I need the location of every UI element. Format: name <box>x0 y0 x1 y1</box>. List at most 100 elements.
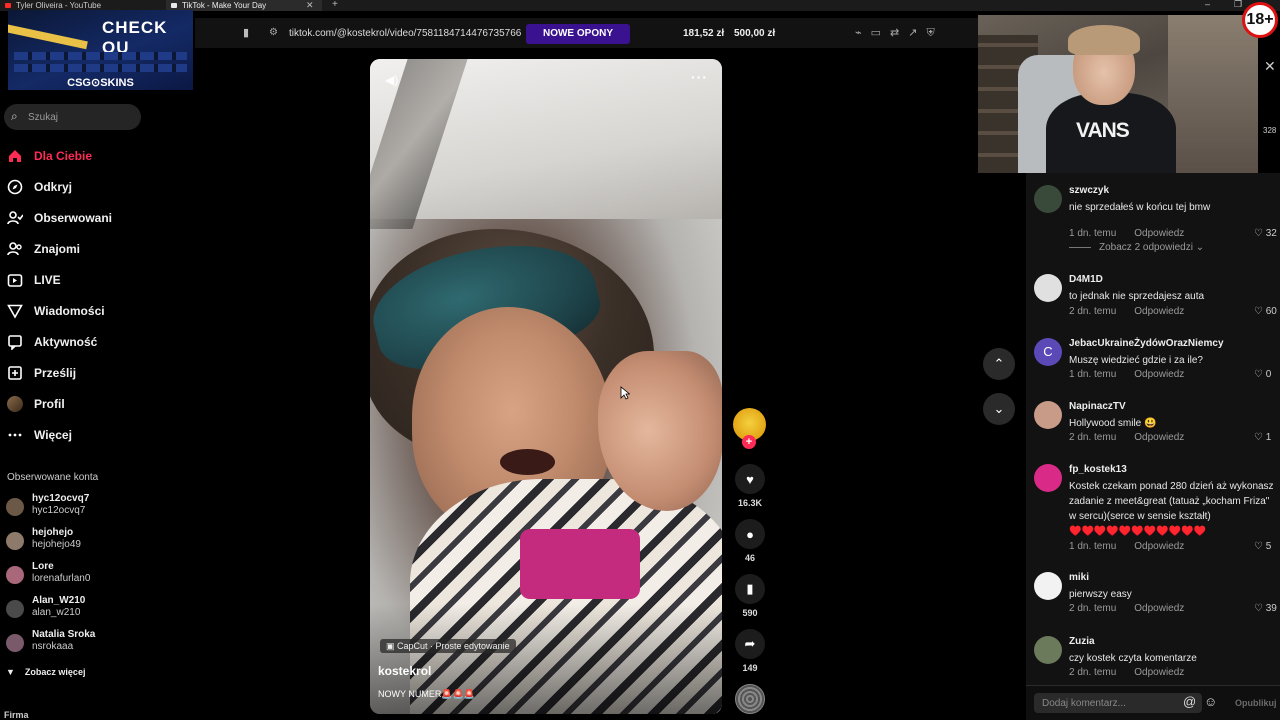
comment-user[interactable]: szwczyk <box>1069 185 1109 196</box>
reply-button[interactable]: Odpowiedz <box>1134 541 1184 552</box>
comment-like[interactable]: ♡ 1 <box>1254 432 1271 443</box>
site-info-icon[interactable]: ⚙ <box>269 27 278 38</box>
following-account[interactable]: hyc12ocvq7 hyc12ocvq7 <box>6 493 156 525</box>
age-badge: 18+ <box>1242 2 1278 38</box>
reply-button[interactable]: Odpowiedz <box>1134 369 1184 380</box>
nav-przeslij[interactable]: Prześlij <box>0 357 190 388</box>
see-more-button[interactable]: ▼ Zobacz więcej <box>6 664 95 678</box>
account-name: Alan_W210 <box>32 595 86 606</box>
account-handle: lorenafurlan0 <box>32 573 91 584</box>
comment-like[interactable]: ♡ 5 <box>1254 541 1271 552</box>
comment-like[interactable]: ♡ 60 <box>1254 306 1277 317</box>
promo-button[interactable]: NOWE OPONY <box>526 24 630 44</box>
comment-text: to jednak nie sprzedajesz auta <box>1069 291 1205 302</box>
comment-user[interactable]: fp_kostek13 <box>1069 464 1127 475</box>
reply-button[interactable]: Odpowiedz <box>1134 432 1184 443</box>
comment-user[interactable]: NapinaczTV <box>1069 401 1126 412</box>
tab-title: TikTok - Make Your Day <box>182 1 267 10</box>
avatar[interactable] <box>1034 185 1062 213</box>
more-options-icon[interactable]: ··· <box>691 69 708 85</box>
nav-label: Znajomi <box>34 241 81 256</box>
extension-icons[interactable]: ⌁▭⇄↗⛨ <box>855 26 944 40</box>
emoji-icon[interactable]: ☺ <box>1204 694 1217 709</box>
comment-composer: @ ☺ Opublikuj <box>1026 685 1280 720</box>
comment-button[interactable]: ● 46 <box>732 519 768 563</box>
comment-like[interactable]: ♡ 32 <box>1254 228 1277 239</box>
search-input[interactable] <box>28 109 133 125</box>
comment-user[interactable]: D4M1D <box>1069 274 1103 285</box>
music-disc-icon[interactable] <box>735 684 765 714</box>
volume-icon[interactable]: ◀) <box>385 73 398 87</box>
nav-label: Obserwowani <box>34 210 113 225</box>
webcam-overlay: VANS <box>978 15 1258 173</box>
nav-aktywnosc[interactable]: Aktywność <box>0 326 190 357</box>
chevron-down-icon: ▼ <box>6 667 15 677</box>
comment-like[interactable]: ♡ 0 <box>1254 369 1271 380</box>
save-button[interactable]: ▮ 590 <box>732 574 768 618</box>
comment-user[interactable]: miki <box>1069 572 1089 583</box>
previous-video-button[interactable]: ⌃ <box>983 348 1015 380</box>
following-account[interactable]: Natalia Sroka nsrokaaa <box>6 629 156 661</box>
new-tab-icon[interactable]: + <box>332 0 338 10</box>
avatar[interactable] <box>1034 636 1062 664</box>
nav-obserwowani[interactable]: Obserwowani <box>0 202 190 233</box>
screen: Tyler Oliveira - YouTube TikTok - Make Y… <box>0 0 1280 720</box>
sidebar-nav: Dla Ciebie Odkryj Obserwowani Znajomi LI… <box>0 140 190 450</box>
reply-button[interactable]: Odpowiedz <box>1134 667 1184 678</box>
nav-live[interactable]: LIVE <box>0 264 190 295</box>
url-field[interactable]: tiktok.com/@kostekrol/video/758118471447… <box>289 28 521 39</box>
sponsor-banner[interactable]: CHECK OU CSG⊙SKINS <box>8 10 193 90</box>
like-count: 1 <box>1265 432 1272 443</box>
chevron-up-icon: ⌃ <box>993 356 1005 371</box>
price-2: 500,00 zł <box>734 28 776 39</box>
video-player[interactable]: ◀) ··· ▣ CapCut · Proste edytowanie kost… <box>370 59 722 714</box>
tiktok-icon <box>171 3 177 8</box>
restore-icon[interactable]: ❐ <box>1234 0 1242 10</box>
comment-user[interactable]: JebacUkraineŻydówOrazNiemcy <box>1069 338 1224 349</box>
nav-profil[interactable]: Profil <box>0 388 190 419</box>
follow-plus-button[interactable]: + <box>742 435 756 449</box>
nav-wiadomosci[interactable]: Wiadomości <box>0 295 190 326</box>
avatar[interactable] <box>1034 464 1062 492</box>
share-button[interactable]: ➦ 149 <box>732 629 768 673</box>
avatar[interactable] <box>1034 572 1062 600</box>
nav-wiecej[interactable]: Więcej <box>0 419 190 450</box>
comment-like[interactable]: ♡ 39 <box>1254 603 1277 614</box>
like-count: 60 <box>1265 306 1277 317</box>
close-icon[interactable]: ✕ <box>1264 58 1276 75</box>
see-replies-button[interactable]: Zobacz 2 odpowiedzi ⌄ <box>1069 242 1204 253</box>
comment-user[interactable]: Zuzia <box>1069 636 1095 647</box>
banner-skins-row <box>14 52 187 60</box>
comment-input[interactable] <box>1034 693 1202 713</box>
comment-meta: 2 dn. temu Odpowiedz <box>1069 306 1202 317</box>
following-account[interactable]: hejohejo hejohejo49 <box>6 527 156 559</box>
nav-znajomi[interactable]: Znajomi <box>0 233 190 264</box>
reply-button[interactable]: Odpowiedz <box>1134 603 1184 614</box>
account-name: Lore <box>32 561 54 572</box>
close-tab-icon[interactable]: ✕ <box>306 0 314 11</box>
minimize-icon[interactable]: – <box>1205 0 1210 9</box>
capcut-label[interactable]: ▣ CapCut · Proste edytowanie <box>380 639 516 653</box>
footer-firma[interactable]: Firma <box>4 710 29 720</box>
avatar[interactable]: C <box>1034 338 1062 366</box>
post-button[interactable]: Opublikuj <box>1235 698 1277 708</box>
reply-button[interactable]: Odpowiedz <box>1134 228 1184 239</box>
next-video-button[interactable]: ⌄ <box>983 393 1015 425</box>
nav-odkryj[interactable]: Odkryj <box>0 171 190 202</box>
video-author[interactable]: kostekrol <box>378 664 431 678</box>
avatar[interactable] <box>1034 274 1062 302</box>
search-icon: ⌕ <box>11 109 18 123</box>
comment-meta: 1 dn. temu Odpowiedz <box>1069 228 1202 239</box>
following-account[interactable]: Alan_W210 alan_w210 <box>6 595 156 627</box>
bookmark-icon[interactable]: ▮ <box>243 26 249 39</box>
like-count: 16.3K <box>737 498 763 508</box>
youtube-icon <box>5 3 11 8</box>
reply-button[interactable]: Odpowiedz <box>1134 306 1184 317</box>
following-account[interactable]: Lore lorenafurlan0 <box>6 561 156 593</box>
nav-dla-ciebie[interactable]: Dla Ciebie <box>0 140 190 171</box>
avatar[interactable] <box>1034 401 1062 429</box>
see-more-label: Zobacz więcej <box>24 667 86 677</box>
like-button[interactable]: ♥ 16.3K <box>732 464 768 508</box>
comment-icon: ● <box>735 519 765 549</box>
mention-icon[interactable]: @ <box>1183 694 1196 709</box>
